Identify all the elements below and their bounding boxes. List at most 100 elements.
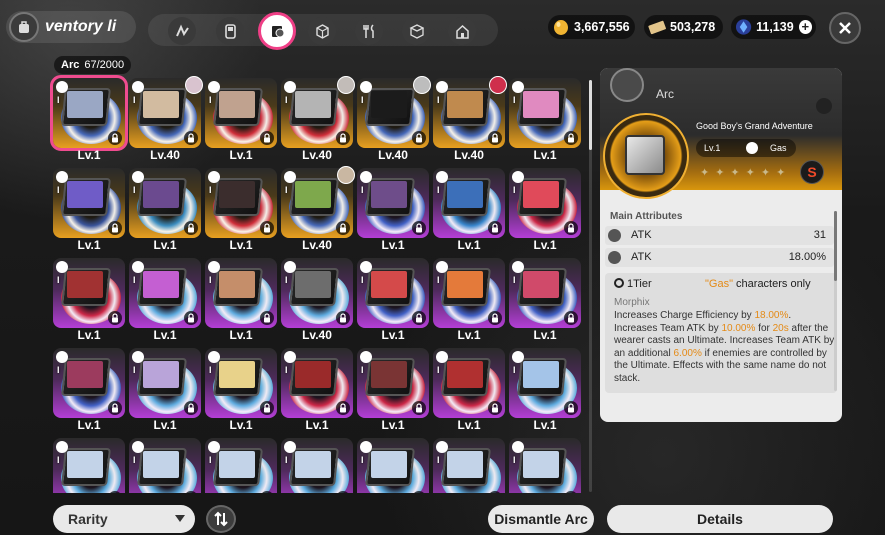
arc-card[interactable]: I Lv.1 xyxy=(53,348,125,432)
arc-card[interactable]: I xyxy=(357,438,429,493)
gold-egg-icon xyxy=(554,20,568,35)
element-icon xyxy=(436,261,448,273)
tab-home[interactable] xyxy=(448,17,476,45)
arc-card[interactable]: I Lv.40 xyxy=(281,258,353,342)
lock-icon xyxy=(564,221,578,235)
lock-icon xyxy=(260,401,274,415)
arc-level: Lv.1 xyxy=(457,328,481,342)
arc-card[interactable]: I Lv.40 xyxy=(357,76,431,162)
lock-icon xyxy=(336,131,350,145)
ticket-icon xyxy=(648,20,666,35)
arc-name: Good Boy's Grand Adventure xyxy=(696,121,813,131)
arc-cover-art xyxy=(143,271,179,298)
tier-mark: I xyxy=(513,275,516,285)
arc-card[interactable]: I xyxy=(53,438,125,493)
arc-card-tile: I xyxy=(281,258,353,328)
detail-scrollbar[interactable] xyxy=(834,211,837,391)
lock-icon xyxy=(488,491,502,493)
arc-card[interactable]: I Lv.1 xyxy=(357,348,429,432)
tab-food[interactable] xyxy=(355,17,383,45)
detail-scrollbar-thumb[interactable] xyxy=(834,211,837,281)
sort-order-button[interactable] xyxy=(206,505,236,533)
element-icon xyxy=(56,441,68,453)
arc-card[interactable]: I Lv.1 xyxy=(433,168,505,252)
arc-card[interactable]: I Lv.1 xyxy=(357,258,429,342)
lock-icon xyxy=(260,311,274,325)
tier-mark: I xyxy=(57,275,60,285)
tab-arc[interactable] xyxy=(258,12,296,50)
attribute-row: ATK 18.00% xyxy=(605,248,834,267)
inventory-header: ventory li xyxy=(6,11,136,43)
lock-icon xyxy=(260,131,274,145)
arc-cover-art xyxy=(371,181,407,208)
tab-cube[interactable] xyxy=(308,17,336,45)
arc-cover-art xyxy=(67,91,103,118)
element-icon xyxy=(512,351,524,363)
arc-cover-art xyxy=(523,181,559,208)
sort-arrows-icon xyxy=(214,511,228,527)
arc-card[interactable]: I Lv.1 xyxy=(129,348,201,432)
arc-cover-art xyxy=(447,361,483,388)
attribute-row: ATK 31 xyxy=(605,226,834,245)
grid-scrollbar-thumb[interactable] xyxy=(589,80,592,150)
element-icon xyxy=(512,81,524,93)
arc-card[interactable]: I Lv.1 xyxy=(205,348,277,432)
tab-device[interactable] xyxy=(216,17,244,45)
arc-card[interactable]: I Lv.1 xyxy=(509,168,581,252)
close-button[interactable] xyxy=(829,12,861,44)
arc-card[interactable]: I Lv.40 xyxy=(281,76,355,162)
ticket-amount: 503,278 xyxy=(670,20,716,34)
arc-card[interactable]: I Lv.1 xyxy=(53,168,125,252)
arc-card[interactable]: I Lv.1 xyxy=(509,78,581,162)
arc-cover-art xyxy=(143,451,179,478)
lock-icon[interactable] xyxy=(816,98,832,114)
arc-card[interactable]: I Lv.1 xyxy=(509,258,581,342)
arc-card[interactable]: I xyxy=(509,438,581,493)
lock-icon xyxy=(336,401,350,415)
arc-card[interactable]: I Lv.1 xyxy=(509,348,581,432)
tier-mark: I xyxy=(57,95,60,105)
lock-icon xyxy=(336,311,350,325)
backpack-icon[interactable] xyxy=(9,12,39,42)
arc-card[interactable]: I Lv.1 xyxy=(433,348,505,432)
arc-card[interactable]: I Lv.1 xyxy=(281,348,353,432)
element-icon xyxy=(56,261,68,273)
arc-card[interactable]: I Lv.1 xyxy=(205,168,277,252)
triangle-down-icon xyxy=(175,515,185,522)
arc-card[interactable]: I xyxy=(281,438,353,493)
arc-card[interactable]: I xyxy=(205,438,277,493)
arc-card[interactable]: I Lv.40 xyxy=(129,76,203,162)
tier-mark: I xyxy=(209,365,212,375)
arc-card[interactable]: I Lv.1 xyxy=(129,168,201,252)
details-button[interactable]: Details xyxy=(607,505,833,533)
arc-grid: I Lv.1 I Lv.40 I Lv.1 I Lv.40 I Lv.40 I Lv.40 I Lv.1 I… xyxy=(48,73,588,493)
tier-mark: I xyxy=(437,455,440,465)
arc-card[interactable]: I Lv.40 xyxy=(281,166,355,252)
currency-gold: 3,667,556 xyxy=(548,15,635,39)
dismantle-arc-button[interactable]: Dismantle Arc xyxy=(488,505,594,533)
tab-package[interactable] xyxy=(402,17,430,45)
tab-network[interactable] xyxy=(168,17,196,45)
arc-card-tile: I xyxy=(509,348,581,418)
tier-mark: I xyxy=(513,95,516,105)
add-crystal-button[interactable]: + xyxy=(798,20,812,34)
arc-card[interactable]: I Lv.1 xyxy=(357,168,429,252)
arc-card[interactable]: I Lv.1 xyxy=(50,75,128,162)
arc-card[interactable]: I Lv.1 xyxy=(205,258,277,342)
arc-card[interactable]: I Lv.1 xyxy=(433,258,505,342)
arc-card[interactable]: I xyxy=(433,438,505,493)
tier-mark: I xyxy=(361,185,364,195)
arc-card-tile: I xyxy=(205,348,277,418)
arc-card[interactable]: I Lv.40 xyxy=(433,76,507,162)
arc-card[interactable]: I Lv.1 xyxy=(129,258,201,342)
lock-icon xyxy=(412,401,426,415)
arc-card[interactable]: I Lv.1 xyxy=(205,78,277,162)
arc-cover-art xyxy=(67,451,103,478)
arc-card[interactable]: I xyxy=(129,438,201,493)
arc-card[interactable]: I Lv.1 xyxy=(53,258,125,342)
element-icon xyxy=(360,351,372,363)
lock-icon xyxy=(184,131,198,145)
grid-scrollbar[interactable] xyxy=(589,80,592,492)
tier-mark: I xyxy=(513,185,516,195)
rarity-filter[interactable]: Rarity xyxy=(53,505,195,533)
